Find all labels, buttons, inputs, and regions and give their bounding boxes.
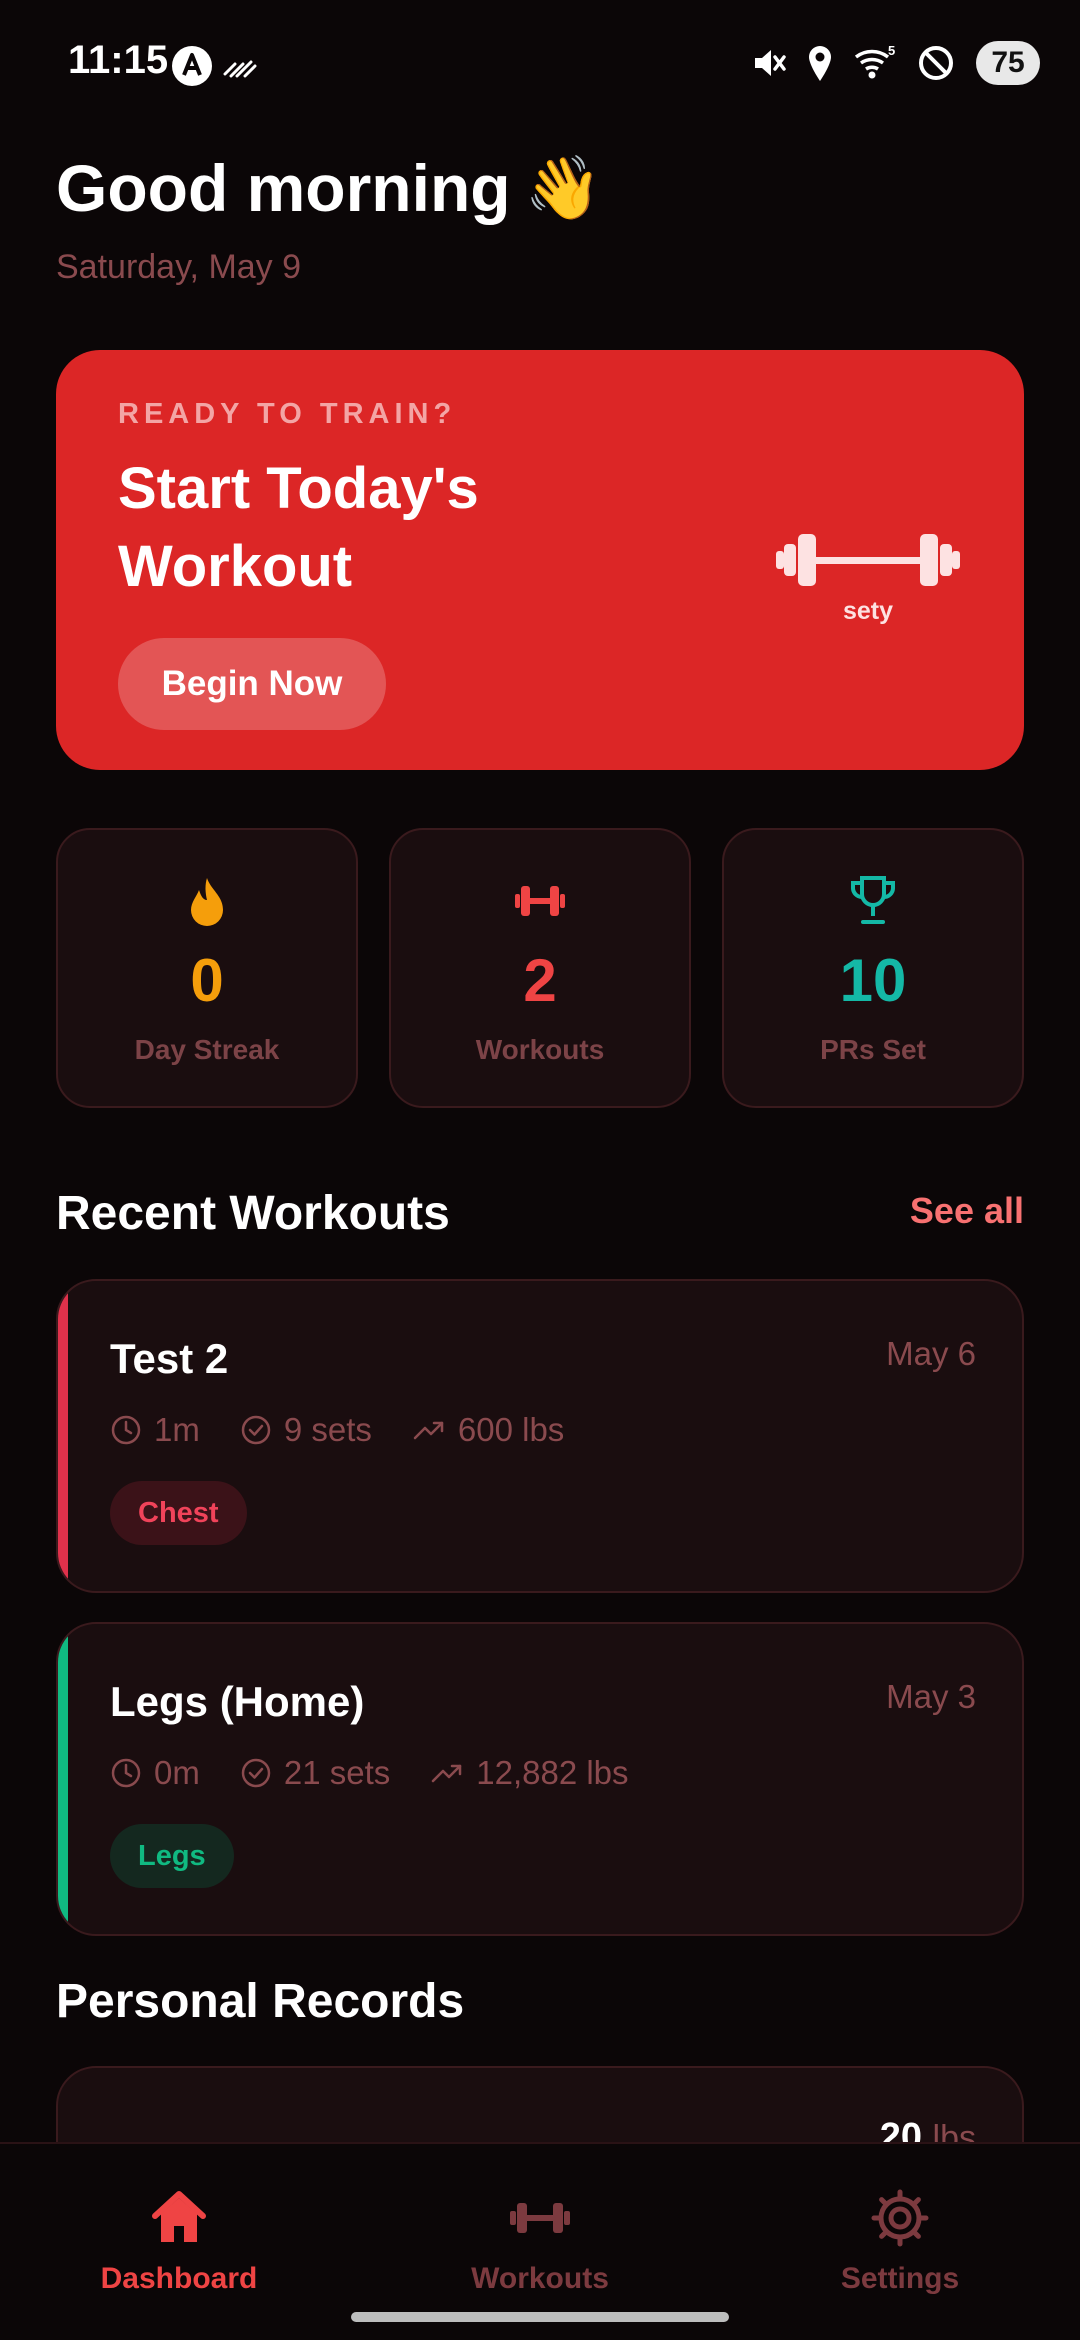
- nav-dashboard[interactable]: Dashboard: [49, 2186, 309, 2296]
- check-circle-icon: [241, 1415, 271, 1445]
- workout-duration: 1m: [154, 1411, 200, 1448]
- workout-date: May 3: [886, 1678, 976, 1715]
- nav-label: Dashboard: [100, 2262, 258, 2295]
- waving-hand-icon: 👋: [524, 151, 602, 224]
- workout-meta: 1m 9 sets 600 lbs: [110, 1411, 604, 1449]
- wifi-icon: 5: [854, 43, 895, 79]
- see-all-link[interactable]: See all: [910, 1190, 1024, 1232]
- trending-up-icon: [432, 1764, 462, 1783]
- muscle-tag: Chest: [110, 1481, 247, 1545]
- clock-icon: [111, 1415, 141, 1445]
- begin-now-button[interactable]: Begin Now: [118, 638, 386, 730]
- stat-label: PRs Set: [820, 1034, 926, 1065]
- nav-workouts[interactable]: Workouts: [410, 2186, 670, 2296]
- page-title: Good morning 👋: [56, 150, 602, 226]
- personal-records-title: Personal Records: [56, 1975, 465, 2028]
- accent-bar: [58, 1624, 68, 1934]
- stat-day-streak: 0 Day Streak: [56, 828, 358, 1108]
- do-not-disturb-icon: [919, 46, 953, 80]
- stat-label: Day Streak: [134, 1034, 280, 1065]
- bottom-navigation: Dashboard Workouts Settings: [0, 2142, 1080, 2340]
- recent-workouts-title: Recent Workouts: [56, 1187, 450, 1240]
- trending-up-icon: [413, 1421, 444, 1440]
- workout-volume: 12,882 lbs: [476, 1754, 629, 1791]
- home-indicator[interactable]: [351, 2312, 729, 2322]
- flame-icon: [191, 878, 223, 926]
- workout-meta: 0m 21 sets 12,882 lbs: [110, 1754, 669, 1792]
- app-logo: sety: [768, 530, 968, 626]
- check-circle-icon: [241, 1758, 271, 1788]
- start-workout-card[interactable]: READY TO TRAIN? Start Today's Workout Be…: [56, 350, 1024, 770]
- stat-value: 2: [523, 947, 557, 1014]
- workout-sets: 21 sets: [283, 1754, 391, 1791]
- hero-title: Start Today's Workout: [118, 456, 479, 599]
- stat-label: Workouts: [475, 1034, 605, 1065]
- workout-card[interactable]: Test 2 May 6 1m 9 sets 600 lbs Chest: [56, 1279, 1024, 1593]
- workout-sets: 9 sets: [283, 1411, 372, 1448]
- stat-value: 10: [839, 947, 907, 1014]
- status-bar: 11:15 5 75: [0, 0, 1080, 130]
- nav-settings[interactable]: Settings: [770, 2186, 1030, 2296]
- dumbbell-icon: [510, 2203, 570, 2233]
- battery-icon: 75: [976, 41, 1040, 85]
- workout-name: Test 2: [110, 1335, 229, 1382]
- greeting-text: Good morning: [56, 151, 511, 225]
- status-icons: 5 75: [752, 38, 1040, 88]
- workout-volume: 600 lbs: [457, 1411, 565, 1448]
- barbell-icon: [776, 534, 960, 586]
- stat-value: 0: [190, 947, 224, 1014]
- svg-text:5: 5: [888, 43, 895, 58]
- gear-icon: [871, 2189, 929, 2247]
- stat-workouts: 2 Workouts: [389, 828, 691, 1108]
- stat-prs-set: 10 PRs Set: [722, 828, 1024, 1108]
- workout-card[interactable]: Legs (Home) May 3 0m 21 sets 12,882 lbs …: [56, 1622, 1024, 1936]
- accent-bar: [58, 1281, 68, 1591]
- trophy-icon: [851, 876, 895, 924]
- dumbbell-icon: [515, 886, 565, 916]
- nav-label: Workouts: [471, 2262, 609, 2295]
- home-icon: [152, 2191, 206, 2242]
- data-activity-icon: [223, 60, 257, 78]
- android-notification-icon: [172, 46, 212, 86]
- mute-icon: [755, 50, 786, 76]
- clock-icon: [111, 1758, 141, 1788]
- workout-name: Legs (Home): [110, 1678, 365, 1725]
- logo-text: sety: [842, 597, 894, 625]
- current-date: Saturday, May 9: [56, 248, 302, 286]
- hero-kicker: READY TO TRAIN?: [118, 398, 457, 430]
- workout-duration: 0m: [154, 1754, 200, 1791]
- nav-label: Settings: [840, 2262, 960, 2295]
- workout-date: May 6: [886, 1335, 976, 1372]
- status-time: 11:15: [68, 38, 169, 82]
- location-icon: [809, 46, 831, 81]
- muscle-tag: Legs: [110, 1824, 234, 1888]
